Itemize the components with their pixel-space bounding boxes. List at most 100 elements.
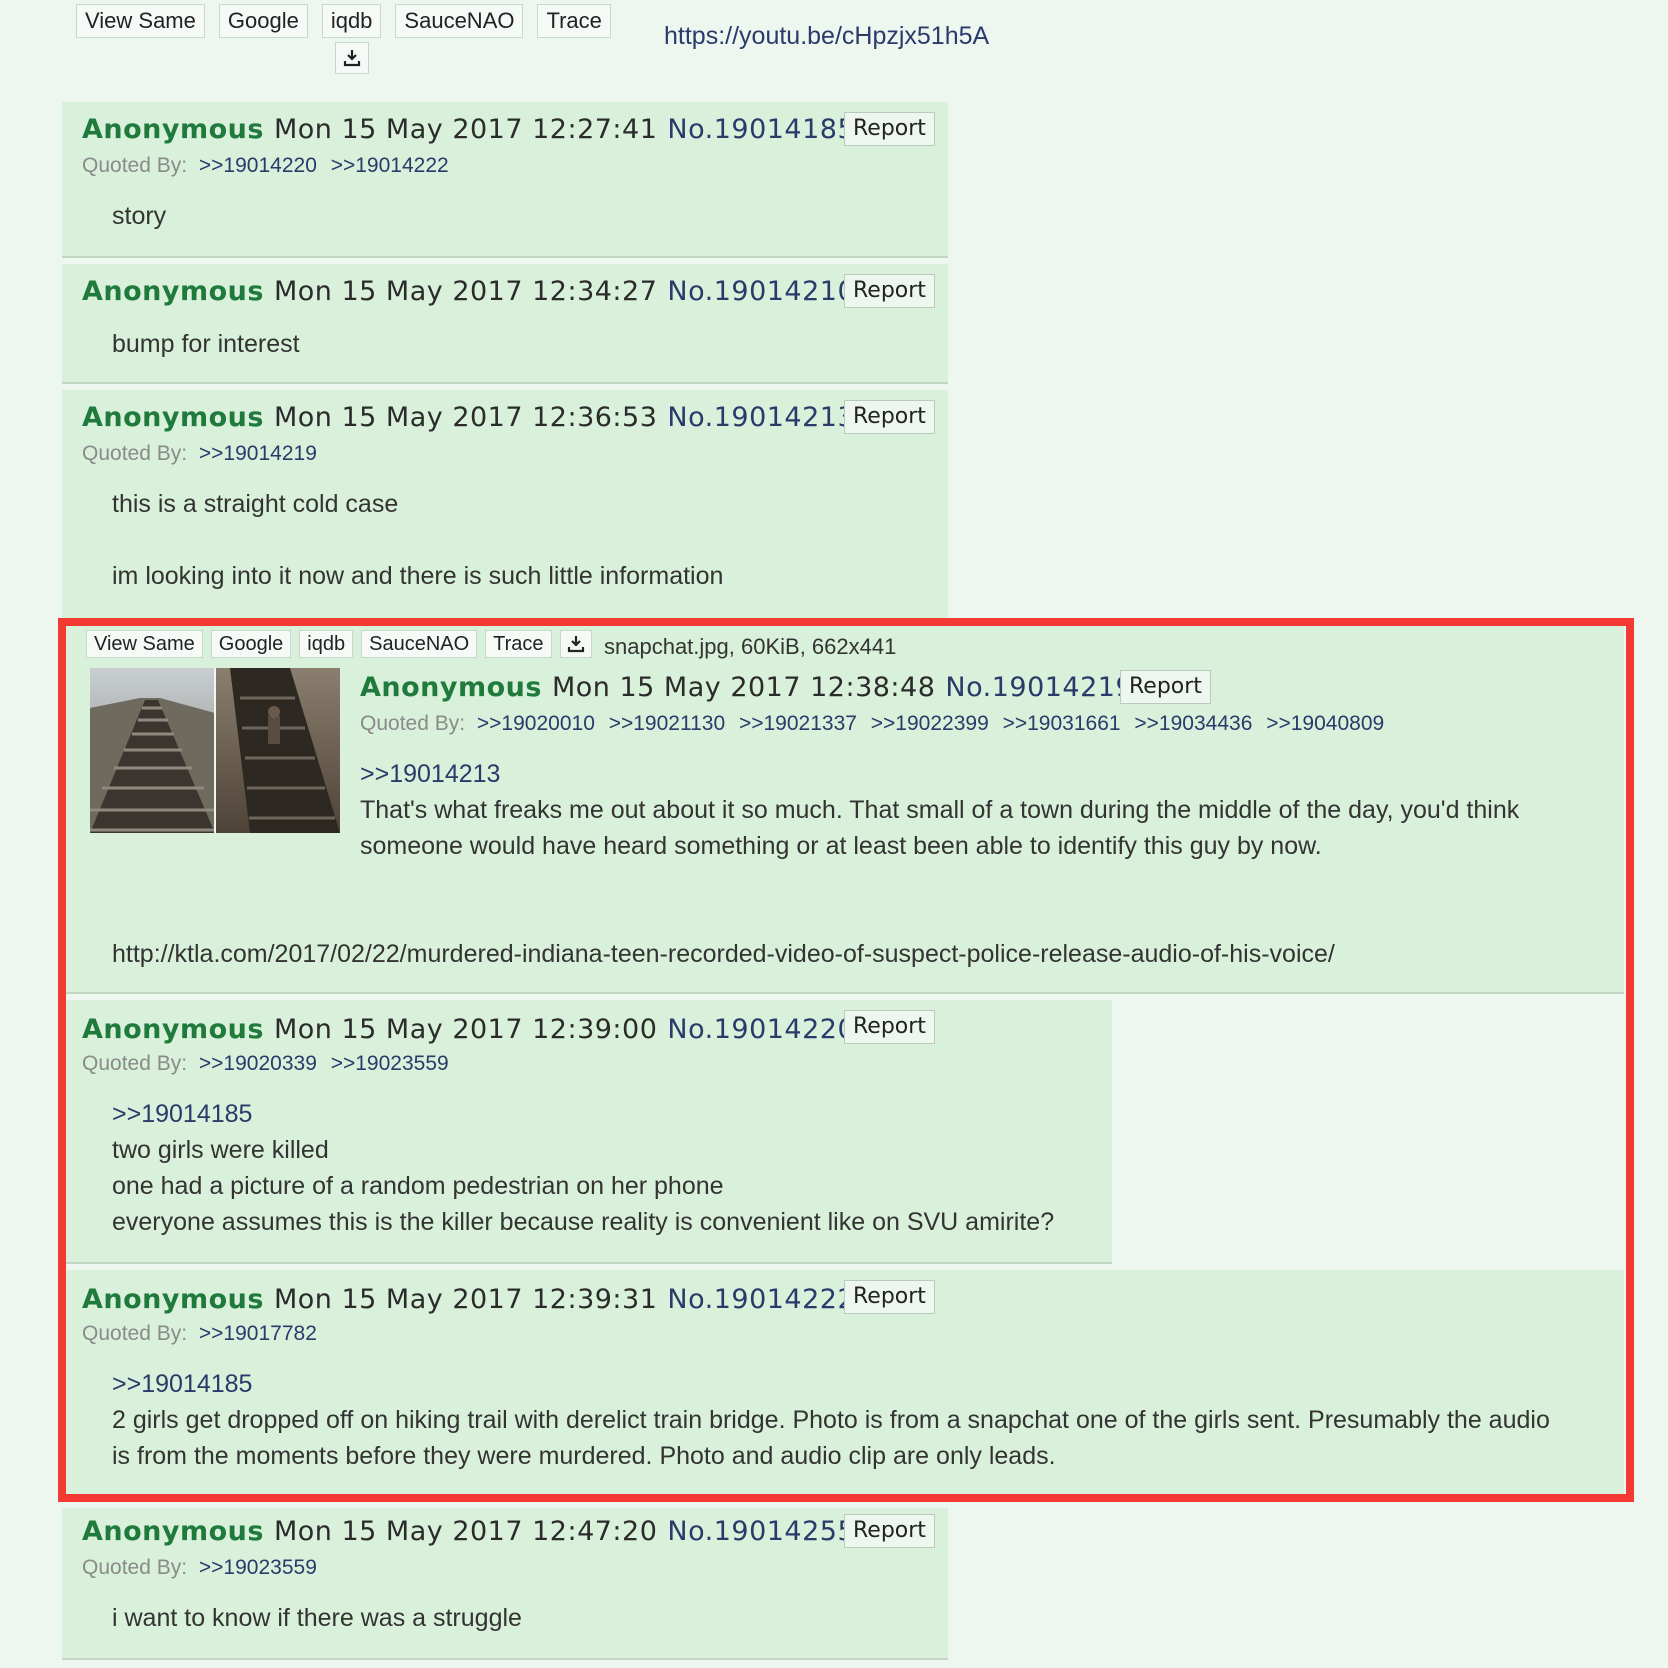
trace-button[interactable]: Trace [537,4,611,38]
post-header: Anonymous Mon 15 May 2017 12:38:48 No.19… [360,672,1133,703]
post-number[interactable]: No.19014210 [667,276,855,307]
quoted-by-label: Quoted By: [82,1322,188,1345]
quoted-by-label: Quoted By: [82,154,188,177]
post-datetime: Mon 15 May 2017 12:27:41 [273,114,658,145]
quote-backlink[interactable]: >>19014220 [199,154,317,177]
poster-name: Anonymous [82,1516,264,1547]
post-image-toolbar: View Same Google iqdb SauceNAO Trace [86,630,592,658]
quote-backlink[interactable]: >>19023559 [199,1556,317,1579]
quoted-by-label: Quoted By: [82,1556,188,1579]
post-thumbnail[interactable] [90,668,340,833]
post-text: im looking into it now and there is such… [112,562,724,590]
post-header: Anonymous Mon 15 May 2017 12:36:53 No.19… [82,402,855,433]
youtube-link[interactable]: https://youtu.be/cHpzjx51h5A [664,22,989,51]
poster-name: Anonymous [82,1284,264,1315]
post-text: this is a straight cold case [112,490,399,518]
report-button[interactable]: Report [1120,670,1211,704]
google-button[interactable]: Google [210,630,292,658]
post-text: i want to know if there was a struggle [112,1604,522,1632]
post-header: Anonymous Mon 15 May 2017 12:27:41 No.19… [82,114,855,145]
post-header: Anonymous Mon 15 May 2017 12:39:00 No.19… [82,1014,855,1045]
post-header: Anonymous Mon 15 May 2017 12:47:20 No.19… [82,1516,855,1547]
quote-backlink[interactable]: >>19034436 [1134,712,1252,735]
quote-link[interactable]: >>19014185 [112,1370,252,1399]
report-button[interactable]: Report [844,400,935,434]
quoted-by: Quoted By: >>19014219 [82,442,325,466]
google-button[interactable]: Google [218,4,308,38]
report-button[interactable]: Report [844,1514,935,1548]
report-button[interactable]: Report [844,112,935,146]
post-datetime: Mon 15 May 2017 12:47:20 [273,1516,658,1547]
post-text: bump for interest [112,330,300,358]
post-number[interactable]: No.19014222 [667,1284,855,1315]
quote-backlink[interactable]: >>19031661 [1003,712,1121,735]
post-number[interactable]: No.19014255 [667,1516,855,1547]
report-button[interactable]: Report [844,1010,935,1044]
article-link[interactable]: http://ktla.com/2017/02/22/murdered-indi… [112,940,1335,969]
post-text: story [112,202,167,230]
post-number[interactable]: No.19014185 [667,114,855,145]
quote-backlink[interactable]: >>19021337 [739,712,857,735]
quoted-by-label: Quoted By: [360,712,466,735]
quoted-by: Quoted By: >>19014220 >>19014222 [82,154,457,178]
file-info[interactable]: snapchat.jpg, 60KiB, 662x441 [604,634,896,660]
quoted-by: Quoted By: >>19017782 [82,1322,325,1346]
post-header: Anonymous Mon 15 May 2017 12:34:27 No.19… [82,276,855,307]
post-text: That's what freaks me out about it so mu… [360,796,1520,824]
poster-name: Anonymous [82,114,264,145]
saucenao-button[interactable]: SauceNAO [395,4,524,38]
iqdb-group: iqdb [321,4,382,74]
quote-backlink[interactable]: >>19020010 [477,712,595,735]
download-icon[interactable] [559,630,592,658]
post: Anonymous Mon 15 May 2017 12:39:00 No.19… [66,1000,1112,1264]
iqdb-button[interactable]: iqdb [321,4,382,38]
thread-page: View Same Google iqdb SauceNAO Trace htt… [0,0,1668,1668]
download-icon[interactable] [334,42,369,74]
post-text: two girls were killed [112,1136,329,1164]
post-number[interactable]: No.19014219 [945,672,1133,703]
quote-backlink[interactable]: >>19023559 [331,1052,449,1075]
saucenao-button[interactable]: SauceNAO [361,630,478,658]
post: Anonymous Mon 15 May 2017 12:27:41 No.19… [62,102,948,258]
post-text: someone would have heard something or at… [360,832,1322,860]
post-datetime: Mon 15 May 2017 12:36:53 [273,402,658,433]
quoted-by: Quoted By: >>19020339 >>19023559 [82,1052,457,1076]
top-image-toolbar: View Same Google iqdb SauceNAO Trace [76,4,625,74]
quote-backlink[interactable]: >>19040809 [1266,712,1384,735]
post: Anonymous Mon 15 May 2017 12:47:20 No.19… [62,1508,948,1660]
poster-name: Anonymous [82,1014,264,1045]
quote-backlink[interactable]: >>19021130 [609,712,725,735]
quote-backlink[interactable]: >>19014219 [199,442,317,465]
railroad-track-image [90,668,340,833]
post-number[interactable]: No.19014220 [667,1014,855,1045]
post-text: one had a picture of a random pedestrian… [112,1172,724,1200]
poster-name: Anonymous [360,672,542,703]
post-datetime: Mon 15 May 2017 12:39:00 [273,1014,658,1045]
post-datetime: Mon 15 May 2017 12:38:48 [551,672,936,703]
poster-name: Anonymous [82,402,264,433]
quote-link[interactable]: >>19014213 [360,760,500,789]
report-button[interactable]: Report [844,1280,935,1314]
trace-button[interactable]: Trace [485,630,552,658]
quote-backlink[interactable]: >>19022399 [871,712,989,735]
post: Anonymous Mon 15 May 2017 12:39:31 No.19… [66,1270,1624,1494]
quote-backlink[interactable]: >>19017782 [199,1322,317,1345]
poster-name: Anonymous [82,276,264,307]
quoted-by-label: Quoted By: [82,1052,188,1075]
view-same-button[interactable]: View Same [86,630,203,658]
iqdb-button[interactable]: iqdb [299,630,354,658]
post-text: everyone assumes this is the killer beca… [112,1208,1055,1236]
quoted-by: Quoted By: >>19020010 >>19021130 >>19021… [360,712,1392,736]
quote-backlink[interactable]: >>19020339 [199,1052,317,1075]
post-number[interactable]: No.19014213 [667,402,855,433]
quote-link[interactable]: >>19014185 [112,1100,252,1129]
quoted-by: Quoted By: >>19023559 [82,1556,325,1580]
report-button[interactable]: Report [844,274,935,308]
post-text: is from the moments before they were mur… [112,1442,1056,1470]
quoted-by-label: Quoted By: [82,442,188,465]
quote-backlink[interactable]: >>19014222 [331,154,449,177]
post-header: Anonymous Mon 15 May 2017 12:39:31 No.19… [82,1284,855,1315]
post-datetime: Mon 15 May 2017 12:39:31 [273,1284,658,1315]
post-datetime: Mon 15 May 2017 12:34:27 [273,276,658,307]
view-same-button[interactable]: View Same [76,4,205,38]
